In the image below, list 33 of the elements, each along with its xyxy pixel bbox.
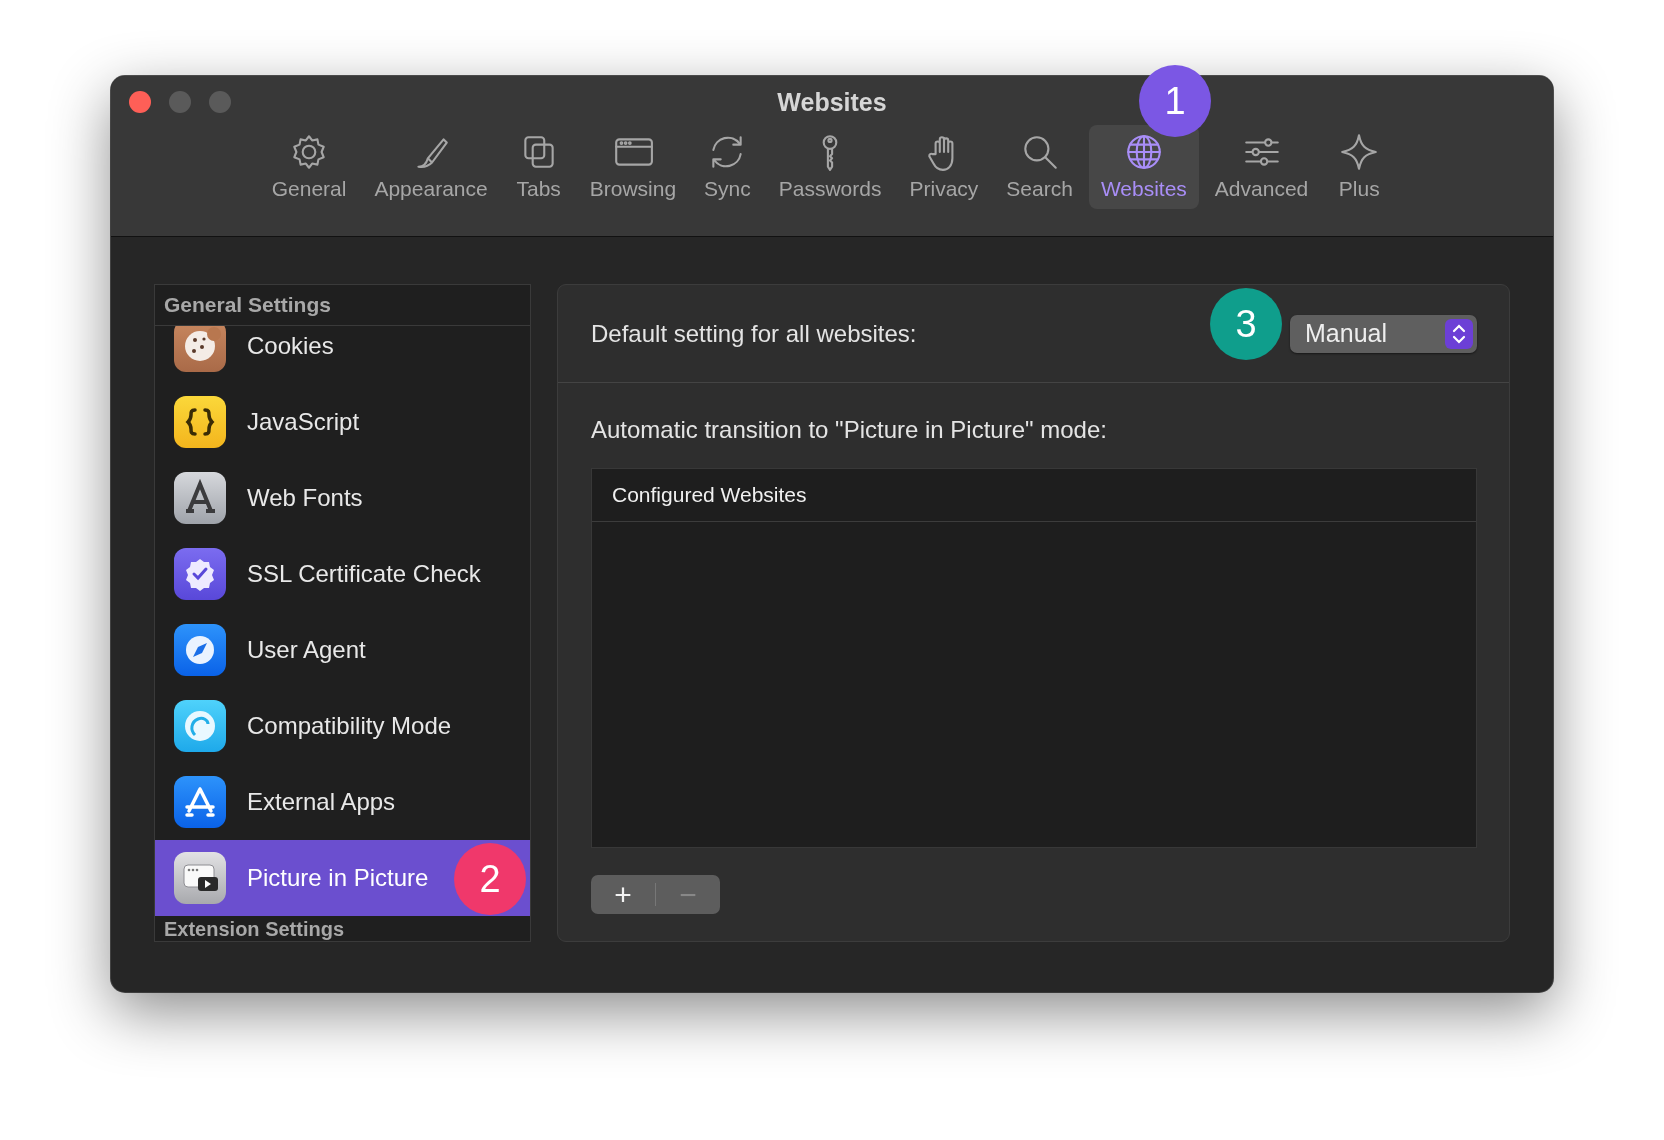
stepper-icon [1445,318,1473,349]
toolbar-tab[interactable]: General [259,125,359,209]
app-store-icon [174,776,226,828]
sidebar-item[interactable]: External Apps [155,764,530,840]
sidebar-item[interactable]: Compatibility Mode [155,688,530,764]
sidebar-item[interactable]: Web Fonts [155,460,530,536]
swirl-icon [174,700,226,752]
compass-icon [174,624,226,676]
window-title: Websites [777,88,887,117]
toolbar-tab[interactable]: Websites [1088,125,1199,209]
sidebar-item[interactable]: User Agent [155,612,530,688]
toolbar-tab[interactable]: Plus [1324,125,1395,209]
sidebar-item[interactable]: SSL Certificate Check [155,536,530,612]
toolbar-tab[interactable]: Privacy [897,125,991,209]
verified-badge-icon [174,548,226,600]
picture-in-picture-icon [174,852,226,904]
braces-icon [174,396,226,448]
toolbar-tab[interactable]: Appearance [362,125,500,209]
toolbar-tab[interactable]: Search [994,125,1085,209]
toolbar-tab[interactable]: Sync [692,125,763,209]
column-header: Configured Websites [592,469,1476,522]
toolbar-tab[interactable]: Tabs [503,125,574,209]
add-button[interactable]: + [591,875,655,914]
default-setting-label: Default setting for all websites: [591,319,917,348]
transition-label: Automatic transition to "Picture in Picture" mode: [591,416,1108,444]
dropdown[interactable]: Manual [1290,314,1477,353]
cookie-icon [174,326,226,372]
toolbar-tab[interactable]: Browsing [577,125,689,209]
toolbar-tab[interactable]: Passwords [766,125,894,209]
sidebar-item[interactable]: Cookies [155,326,530,384]
letter-icon [174,472,226,524]
sidebar-item[interactable]: JavaScript [155,384,530,460]
section-header: Extension Settings [163,917,346,941]
